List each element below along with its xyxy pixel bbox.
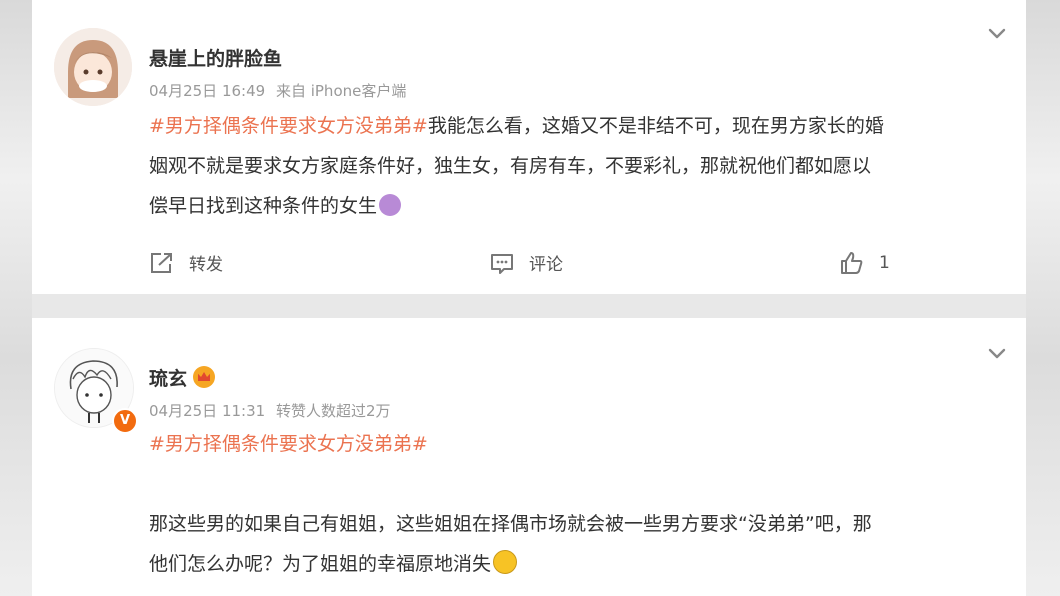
username-text: 琉玄 [149,368,188,390]
action-bar: 转发 评论 1 [149,250,890,282]
chevron-down-icon[interactable] [986,22,1008,44]
post-body-line-3: 他们怎么办呢？为了姐姐的幸福原地消失 [149,544,1004,584]
username[interactable]: 琉玄 [149,364,216,391]
post-body-line-2: 姻观不就是要求女方家庭条件好，独生女，有房有车，不要彩礼，那就祝他们都如愿以 [149,155,872,177]
like-button[interactable]: 1 [839,250,890,276]
post-date: 04月25日 11:31 [149,402,266,420]
repost-button[interactable]: 转发 [149,250,223,275]
post-body: #男方择偶条件要求女方没弟弟# [149,424,1004,464]
post-source: 来自 iPhone客户端 [275,82,407,100]
crown-icon [193,366,216,388]
comment-icon [491,253,513,274]
avatar[interactable] [54,28,132,106]
shrug-emoji [379,194,402,216]
post-body-line-1: #男方择偶条件要求女方没弟弟# [149,424,1004,464]
post-text: 偿早日找到这种条件的女生 [149,195,378,217]
chevron-down-icon[interactable] [986,342,1008,364]
post-body-line-1: #男方择偶条件要求女方没弟弟#我能怎么看，这婚又不是非结不可，现在男方家长的婚 [149,106,1004,146]
repost-label: 转发 [189,255,223,275]
post-meta: 04月25日 11:31 转赞人数超过2万 [149,400,391,421]
hashtag-link[interactable]: #男方择偶条件要求女方没弟弟# [149,433,428,455]
username[interactable]: 悬崖上的胖脸鱼 [149,44,282,71]
post-card-2: V 琉玄 04月25日 11:31 转赞人数超过2万 #男方择偶条件要求女方没弟… [32,318,1026,596]
post-body-line-2: 那这些男的如果自己有姐姐，这些姐姐在择偶市场就会被一些男方要求“没弟弟”吧，那 [149,513,872,535]
post-text: 我能怎么看，这婚又不是非结不可，现在男方家长的婚 [427,115,884,137]
post-stat: 转赞人数超过2万 [275,402,391,420]
comment-button[interactable]: 评论 [489,250,563,275]
post-body: #男方择偶条件要求女方没弟弟#我能怎么看，这婚又不是非结不可，现在男方家长的婚 … [149,106,1004,226]
avatar-illustration [54,28,132,106]
repost-icon [151,252,172,273]
post-card-1: 悬崖上的胖脸鱼 04月25日 16:49 来自 iPhone客户端 #男方择偶条… [32,0,1026,294]
left-backdrop [0,0,32,596]
post-meta: 04月25日 16:49 来自 iPhone客户端 [149,80,406,101]
post-body-line-3: 偿早日找到这种条件的女生 [149,186,1004,226]
comment-label: 评论 [529,255,563,275]
dizzy-emoji [493,550,518,574]
like-count: 1 [879,253,890,273]
post-body-continued: 那这些男的如果自己有姐姐，这些姐姐在择偶市场就会被一些男方要求“没弟弟”吧，那 … [149,504,1004,584]
verified-icon: V [112,408,138,434]
post-date: 04月25日 16:49 [149,82,266,100]
hashtag-link[interactable]: #男方择偶条件要求女方没弟弟# [149,115,428,137]
right-backdrop [1026,0,1060,596]
like-icon [841,252,863,274]
post-text: 他们怎么办呢？为了姐姐的幸福原地消失 [149,553,492,575]
